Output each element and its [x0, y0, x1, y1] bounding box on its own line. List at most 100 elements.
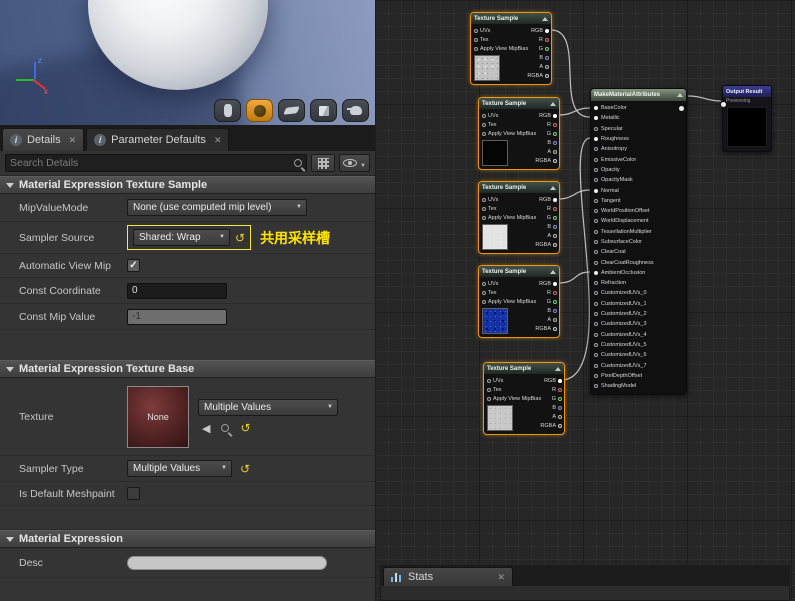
output-pin-g[interactable]: G [529, 297, 557, 306]
output-pin-g[interactable]: G [529, 129, 557, 138]
close-tab-icon[interactable] [214, 135, 222, 146]
output-pin-a[interactable]: A [534, 412, 562, 421]
input-pin-uvs[interactable]: UVs [482, 111, 529, 120]
output-pin-r[interactable]: R [529, 288, 557, 297]
close-tab-icon[interactable] [69, 135, 77, 146]
preview-viewport[interactable]: z x [0, 0, 375, 125]
input-pin-apply-view-mipbias[interactable]: Apply View MipBias [482, 297, 536, 306]
const-coordinate-input[interactable] [127, 282, 227, 299]
preview-shape-cylinder-button[interactable] [214, 99, 241, 122]
material-graph-canvas[interactable]: Texture Sample UVs Tex Apply View MipBias RG… [375, 0, 795, 601]
output-pin-rgba[interactable]: RGBA [529, 156, 557, 165]
texture-sample-node[interactable]: Texture Sample UVs Tex Apply View MipBias RG… [478, 97, 560, 170]
texture-sample-node[interactable]: Texture Sample UVs Tex Apply View MipBias RG… [478, 181, 560, 254]
input-pin-tex[interactable]: Tex [482, 120, 529, 129]
input-pin-tex[interactable]: Tex [474, 35, 521, 44]
tab-stats[interactable]: Stats [383, 567, 513, 586]
automatic-view-mip-checkbox[interactable] [127, 259, 140, 272]
reset-to-default-icon[interactable] [240, 464, 250, 474]
collapse-icon[interactable] [677, 93, 683, 97]
material-attributes-output-pin[interactable] [679, 106, 684, 111]
output-pin-a[interactable]: A [529, 147, 557, 156]
mma-input-pin-basecolor[interactable]: BaseColor [594, 103, 686, 113]
mma-input-pin-clearcoat[interactable]: ClearCoat [594, 247, 686, 257]
output-pin-r[interactable]: R [534, 385, 562, 394]
make-material-attributes-node[interactable]: MakeMaterialAttributes BaseColor Metallic… [590, 88, 687, 396]
output-pin-a[interactable]: A [521, 62, 549, 71]
output-pin-b[interactable]: B [521, 53, 549, 62]
material-input-pin[interactable] [721, 102, 726, 107]
mma-input-pin-customizeduvs_3[interactable]: CustomizedUVs_3 [594, 319, 686, 329]
mma-input-pin-customizeduvs_0[interactable]: CustomizedUVs_0 [594, 288, 686, 298]
texture-asset-thumbnail[interactable]: None [127, 385, 189, 448]
mma-input-pin-specular[interactable]: Specular [594, 124, 686, 134]
mma-input-pin-refraction[interactable]: Refraction [594, 278, 686, 288]
mma-input-pin-pixeldepthoffset[interactable]: PixelDepthOffset [594, 371, 686, 381]
input-pin-tex[interactable]: Tex [487, 385, 534, 394]
mip-value-mode-dropdown[interactable]: None (use computed mip level) [127, 199, 307, 216]
output-pin-b[interactable]: B [534, 403, 562, 412]
is-default-meshpaint-checkbox[interactable] [127, 487, 140, 500]
category-material-expression-texture-sample[interactable]: Material Expression Texture Sample [0, 176, 375, 194]
output-pin-rgb[interactable]: RGB [529, 111, 557, 120]
collapse-icon[interactable] [555, 366, 561, 371]
input-pin-apply-view-mipbias[interactable]: Apply View MipBias [482, 129, 536, 138]
output-pin-b[interactable]: B [529, 138, 557, 147]
mma-input-pin-customizeduvs_2[interactable]: CustomizedUVs_2 [594, 309, 686, 319]
input-pin-apply-view-mipbias[interactable]: Apply View MipBias [482, 213, 536, 222]
node-header[interactable]: Texture Sample [479, 266, 559, 277]
output-pin-rgba[interactable]: RGBA [534, 421, 562, 430]
input-pin-apply-view-mipbias[interactable]: Apply View MipBias [474, 44, 528, 53]
output-pin-r[interactable]: R [529, 204, 557, 213]
sampler-source-dropdown[interactable]: Shared: Wrap [133, 229, 230, 246]
node-header[interactable]: Texture Sample [479, 98, 559, 109]
output-pin-rgb[interactable]: RGB [529, 195, 557, 204]
collapse-icon[interactable] [550, 185, 556, 190]
use-selected-asset-icon[interactable] [202, 422, 210, 435]
category-material-expression[interactable]: Material Expression [0, 530, 375, 548]
mma-input-pin-ambientocclusion[interactable]: AmbientOcclusion [594, 268, 686, 278]
view-options-button[interactable] [339, 154, 370, 172]
mma-input-pin-clearcoatroughness[interactable]: ClearCoatRoughness [594, 257, 686, 267]
browse-to-asset-icon[interactable] [221, 424, 230, 432]
output-pin-g[interactable]: G [521, 44, 549, 53]
texture-sample-node[interactable]: Texture Sample UVs Tex Apply View MipBias RG… [483, 362, 565, 435]
mma-input-pin-tessellationmultiplier[interactable]: TessellationMultiplier [594, 227, 686, 237]
close-tab-icon[interactable] [497, 572, 505, 583]
reset-to-default-icon[interactable] [240, 423, 250, 433]
reset-to-default-icon[interactable] [235, 233, 245, 243]
output-pin-a[interactable]: A [529, 315, 557, 324]
output-pin-rgba[interactable]: RGBA [529, 324, 557, 333]
mma-input-pin-shadingmodel[interactable]: ShadingModel [594, 381, 686, 391]
mma-input-pin-customizeduvs_7[interactable]: CustomizedUVs_7 [594, 360, 686, 370]
output-pin-a[interactable]: A [529, 231, 557, 240]
mma-input-pin-worldpositionoffset[interactable]: WorldPositionOffset [594, 206, 686, 216]
output-pin-rgb[interactable]: RGB [521, 26, 549, 35]
preview-shape-sphere-button[interactable] [246, 99, 273, 122]
node-header[interactable]: MakeMaterialAttributes [591, 89, 686, 101]
mma-input-pin-metallic[interactable]: Metallic [594, 113, 686, 123]
texture-sample-node[interactable]: Texture Sample UVs Tex Apply View MipBias RG… [470, 12, 552, 85]
node-header[interactable]: Texture Sample [471, 13, 551, 24]
preview-shape-custom-button[interactable] [342, 99, 369, 122]
mma-input-pin-emissivecolor[interactable]: EmissiveColor [594, 154, 686, 164]
mma-input-pin-anisotropy[interactable]: Anisotropy [594, 144, 686, 154]
input-pin-uvs[interactable]: UVs [487, 376, 534, 385]
mma-input-pin-roughness[interactable]: Roughness [594, 134, 686, 144]
output-result-node[interactable]: Output Result Previewing [721, 85, 772, 152]
mma-input-pin-customizeduvs_1[interactable]: CustomizedUVs_1 [594, 299, 686, 309]
mma-input-pin-tangent[interactable]: Tangent [594, 196, 686, 206]
output-pin-rgba[interactable]: RGBA [529, 240, 557, 249]
mma-input-pin-customizeduvs_5[interactable]: CustomizedUVs_5 [594, 340, 686, 350]
output-pin-rgba[interactable]: RGBA [521, 71, 549, 80]
input-pin-uvs[interactable]: UVs [482, 279, 529, 288]
sampler-type-dropdown[interactable]: Multiple Values [127, 460, 232, 477]
input-pin-apply-view-mipbias[interactable]: Apply View MipBias [487, 394, 541, 403]
preview-shape-cube-button[interactable] [310, 99, 337, 122]
texture-asset-dropdown[interactable]: Multiple Values [198, 398, 338, 416]
output-pin-r[interactable]: R [529, 120, 557, 129]
input-pin-uvs[interactable]: UVs [474, 26, 521, 35]
collapse-icon[interactable] [550, 101, 556, 106]
collapse-icon[interactable] [550, 269, 556, 274]
node-header[interactable]: Texture Sample [479, 182, 559, 193]
